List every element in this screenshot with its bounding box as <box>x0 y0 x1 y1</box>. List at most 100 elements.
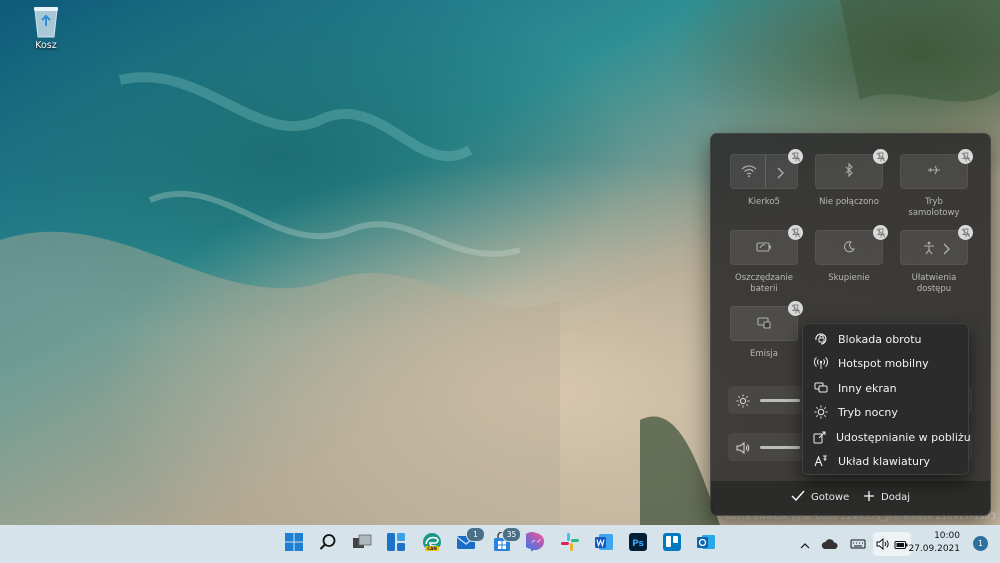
tile-airplane-mode[interactable]: Tryb samolotowy <box>900 149 973 219</box>
mail-button[interactable]: 1 <box>453 527 485 557</box>
focus-toggle[interactable] <box>815 225 888 265</box>
svg-text:CAN: CAN <box>427 546 437 551</box>
unpin-icon[interactable] <box>873 225 888 240</box>
tile-focus[interactable]: Skupienie <box>815 225 888 284</box>
rotation-lock-icon <box>813 331 829 347</box>
word-icon <box>594 532 614 556</box>
store-badge: 35 <box>502 527 521 542</box>
quick-settings-tray-button[interactable] <box>873 532 911 556</box>
tile-label: Emisja <box>749 349 778 359</box>
word-button[interactable] <box>591 531 617 557</box>
chevron-right-icon[interactable] <box>775 164 785 183</box>
cloud-icon <box>821 535 839 554</box>
airplane-icon <box>927 162 941 181</box>
unpin-icon[interactable] <box>873 149 888 164</box>
bluetooth-toggle[interactable] <box>815 149 888 189</box>
task-view-icon <box>352 534 372 554</box>
speaker-icon <box>876 535 890 554</box>
cast-icon <box>757 314 771 333</box>
volume-track[interactable] <box>760 446 800 449</box>
wifi-icon <box>741 163 757 182</box>
project-icon <box>813 380 829 396</box>
menu-item-night-light[interactable]: Tryb nocny <box>803 401 968 423</box>
keyboard-layout-icon <box>813 453 829 469</box>
clock-time: 10:00 <box>934 531 960 541</box>
taskbar-clock[interactable]: 10:00 27.09.2021 <box>908 530 960 556</box>
tile-label: Tryb samolotowy <box>908 197 960 218</box>
checkmark-icon <box>791 490 805 505</box>
start-button[interactable] <box>281 531 307 557</box>
tile-label: Skupienie <box>828 273 870 283</box>
unpin-icon[interactable] <box>788 149 803 164</box>
cast-toggle[interactable] <box>730 301 803 341</box>
tile-wifi[interactable]: Kierko5 <box>730 149 803 208</box>
sun-icon <box>736 393 750 412</box>
menu-item-nearby-sharing[interactable]: Udostępnianie w pobliżu <box>803 426 971 448</box>
unpin-icon[interactable] <box>958 149 973 164</box>
task-view-button[interactable] <box>349 531 375 557</box>
accessibility-toggle[interactable] <box>900 225 973 265</box>
brightness-track[interactable] <box>760 399 800 402</box>
messenger-button[interactable] <box>522 531 549 557</box>
bluetooth-icon <box>844 162 854 181</box>
unpin-icon[interactable] <box>788 225 803 240</box>
menu-item-rotation-lock[interactable]: Blokada obrotu <box>803 328 968 350</box>
taskbar: CAN 1 35 Ps 10:00 27.09.2021 1 <box>0 525 1000 563</box>
keyboard-tray-button[interactable] <box>848 534 868 554</box>
slack-button[interactable] <box>557 531 583 557</box>
hotspot-icon <box>813 355 829 371</box>
notification-count-badge[interactable]: 1 <box>973 536 988 551</box>
search-icon <box>319 533 337 555</box>
done-button[interactable]: Gotowe <box>791 490 849 505</box>
battery-saver-toggle[interactable] <box>730 225 803 265</box>
add-quick-setting-menu: Blokada obrotu Hotspot mobilny Inny ekra… <box>802 323 971 475</box>
widgets-icon <box>386 532 406 556</box>
unpin-icon[interactable] <box>958 225 973 240</box>
edge-canary-button[interactable]: CAN <box>419 531 445 557</box>
clock-date: 27.09.2021 <box>908 544 960 554</box>
airplane-mode-toggle[interactable] <box>900 149 973 189</box>
show-hidden-icons-button[interactable] <box>795 534 815 554</box>
battery-saver-icon <box>756 238 772 257</box>
accessibility-icon <box>923 240 935 259</box>
unpin-icon[interactable] <box>788 301 803 316</box>
tile-bluetooth[interactable]: Nie połączono <box>815 149 888 208</box>
mail-badge: 1 <box>466 527 485 542</box>
recycle-bin-label: Kosz <box>35 40 57 51</box>
widgets-button[interactable] <box>383 531 409 557</box>
add-label: Dodaj <box>881 492 911 503</box>
menu-item-project[interactable]: Inny ekran <box>803 377 968 399</box>
nearby-share-icon <box>813 429 827 445</box>
trello-button[interactable] <box>659 531 685 557</box>
photoshop-button[interactable]: Ps <box>625 531 651 557</box>
outlook-icon <box>696 532 716 556</box>
svg-text:Ps: Ps <box>632 539 644 549</box>
quick-settings-footer: Gotowe Dodaj <box>711 480 990 515</box>
moon-icon <box>843 238 855 257</box>
tile-accessibility[interactable]: Ułatwienia dostępu <box>900 225 973 295</box>
messenger-icon <box>522 532 546 556</box>
tile-label: Ułatwienia dostępu <box>911 273 957 294</box>
trello-icon <box>662 532 682 556</box>
menu-item-keyboard-layout[interactable]: Układ klawiatury <box>803 450 968 472</box>
done-label: Gotowe <box>811 492 850 503</box>
tile-label: Oszczędzanie baterii <box>735 273 793 294</box>
outlook-button[interactable] <box>693 531 719 557</box>
tile-cast[interactable]: Emisja <box>730 301 803 360</box>
chevron-right-icon[interactable] <box>941 240 951 259</box>
store-button[interactable]: 35 <box>489 527 521 557</box>
menu-item-mobile-hotspot[interactable]: Hotspot mobilny <box>803 352 968 374</box>
recycle-bin-shortcut[interactable]: Kosz <box>22 4 70 51</box>
tile-label: Nie połączono <box>819 197 879 207</box>
wifi-toggle[interactable] <box>730 149 803 189</box>
search-button[interactable] <box>315 531 341 557</box>
photoshop-icon: Ps <box>628 532 648 556</box>
chevron-up-icon <box>800 535 810 554</box>
recycle-bin-icon <box>31 4 61 38</box>
tile-battery-saver[interactable]: Oszczędzanie baterii <box>730 225 803 295</box>
onedrive-tray-button[interactable] <box>820 534 840 554</box>
add-button[interactable]: Dodaj <box>863 490 910 505</box>
keyboard-icon <box>850 535 866 554</box>
windows-logo-icon <box>284 532 304 556</box>
tile-label: Kierko5 <box>748 197 780 207</box>
